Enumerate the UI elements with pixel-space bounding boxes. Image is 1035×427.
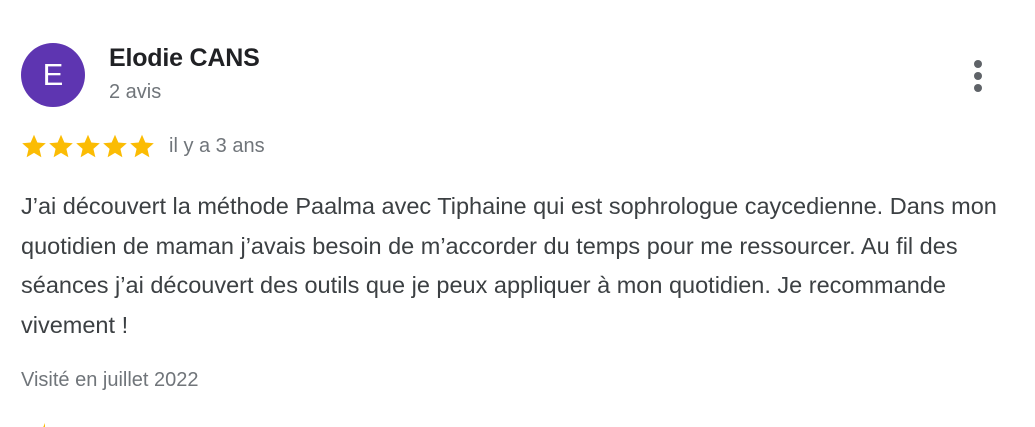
- author-review-count: 2 avis: [109, 81, 162, 103]
- star-icon: [22, 134, 46, 158]
- rating-row: il y a 3 ans: [21, 131, 265, 161]
- star-icon: [33, 421, 45, 427]
- more-options-button[interactable]: [960, 54, 996, 98]
- star-icon: [49, 134, 73, 158]
- author-name[interactable]: Elodie CANS: [109, 44, 260, 73]
- star-icon: [103, 134, 127, 158]
- review-text: J’ai découvert la méthode Paalma avec Ti…: [21, 193, 997, 338]
- visit-info: Visité en juillet 2022: [21, 369, 199, 391]
- more-vert-icon-dot: [974, 84, 982, 92]
- star-rating: [21, 133, 155, 159]
- avatar[interactable]: E: [21, 43, 85, 107]
- star-icon: [76, 134, 100, 158]
- review-date: il y a 3 ans: [169, 134, 265, 157]
- review-card: E Elodie CANS 2 avis il y a 3 ans J’ai d…: [0, 0, 1035, 427]
- more-vert-icon-dot: [974, 60, 982, 68]
- more-vert-icon-dot: [974, 72, 982, 80]
- star-icon: [130, 134, 154, 158]
